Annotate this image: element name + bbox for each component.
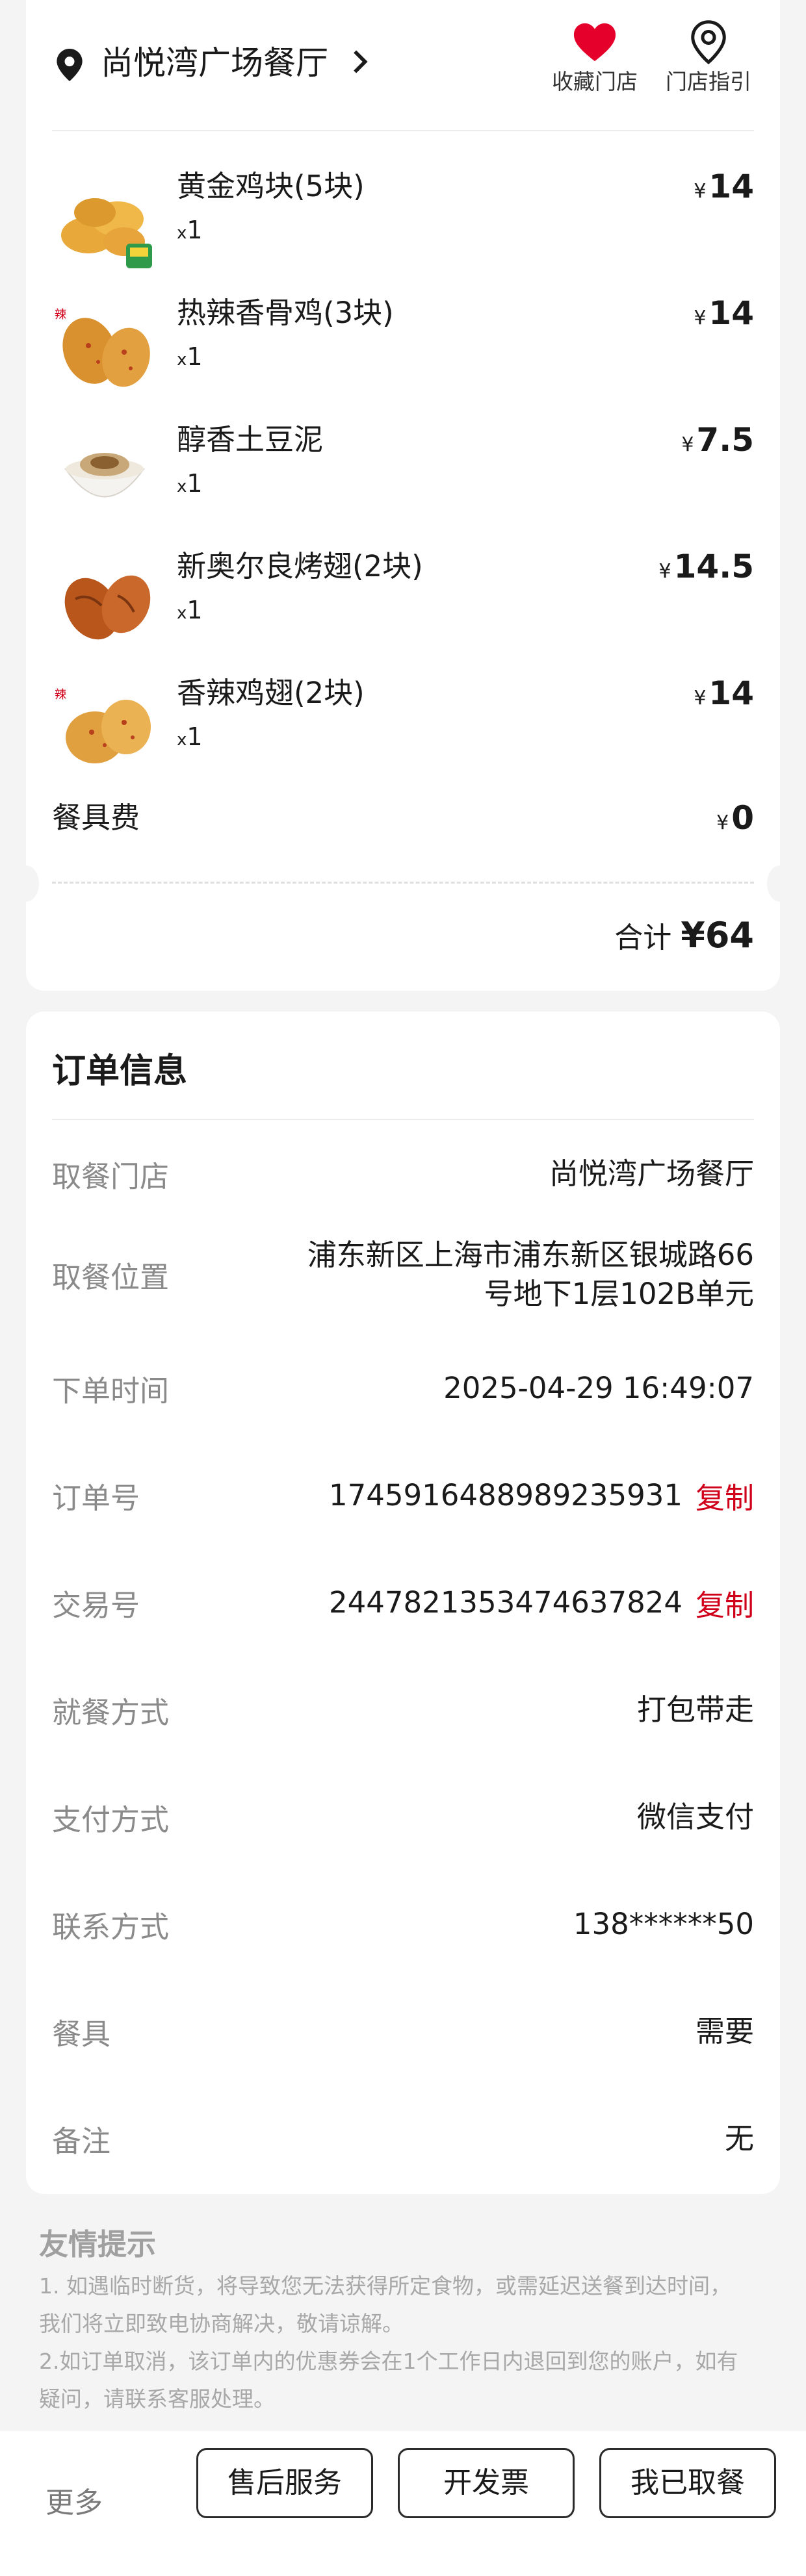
pickup-store-row: 取餐门店 尚悦湾广场餐厅 [52, 1141, 754, 1206]
tips-line: 1. 如遇临时断货，将导致您无法获得所定食物，或需延迟送餐到达时间， [39, 2273, 731, 2299]
order-item: 醇香土豆泥 x1 ¥7.5 [26, 419, 780, 542]
order-number-row: 订单号 1745916488989235931 复制 [52, 1463, 754, 1528]
item-name: 黄金鸡块(5块) [177, 169, 365, 203]
info-value: 138******50 [573, 1907, 754, 1941]
item-name: 新奥尔良烤翅(2块) [177, 549, 423, 583]
svg-text:辣: 辣 [55, 308, 66, 322]
header-divider [52, 130, 754, 131]
info-key: 就餐方式 [52, 1695, 170, 1730]
copy-order-number-button[interactable]: 复制 [696, 1475, 754, 1517]
map-marker-outline-icon [691, 20, 726, 65]
order-total: 合计 ¥64 [614, 913, 754, 961]
svg-text:辣: 辣 [55, 688, 66, 702]
item-price: ¥14 [694, 674, 754, 712]
friendly-tips: 友情提示 1. 如遇临时断货，将导致您无法获得所定食物，或需延迟送餐到达时间， … [39, 2222, 767, 2418]
picked-up-button[interactable]: 我已取餐 [599, 2448, 776, 2518]
info-key: 餐具 [52, 2017, 111, 2052]
info-value: 需要 [695, 2014, 754, 2048]
tips-line: 我们将立即致电协商解决，敬请谅解。 [39, 2311, 404, 2336]
item-price: ¥7.5 [681, 421, 754, 459]
info-value: 无 [724, 2121, 754, 2156]
ticket-notch-left [13, 865, 39, 902]
order-item: 辣 热辣香骨鸡(3块) x1 ¥14 [26, 292, 780, 416]
info-key: 备注 [52, 2124, 111, 2159]
chicken-nuggets-image [61, 198, 152, 268]
info-value: 2447821353474637824 [329, 1585, 682, 1620]
total-label: 合计 [614, 921, 672, 954]
invoice-button[interactable]: 开发票 [398, 2448, 575, 2518]
tips-title: 友情提示 [39, 2227, 157, 2262]
tips-line: 疑问，请联系客服处理。 [39, 2386, 275, 2412]
remarks-row: 备注 无 [52, 2106, 754, 2171]
info-value: 打包带走 [636, 1692, 754, 1727]
tableware-row: 餐具 需要 [52, 1999, 754, 2064]
info-value: 浦东新区上海市浦东新区银城路66号地下1层102B单元 [307, 1238, 754, 1311]
order-info-card: 订单信息 取餐门店 尚悦湾广场餐厅 取餐位置 浦东新区上海市浦东新区银城路66号… [26, 1012, 780, 2194]
info-value: 微信支付 [636, 1800, 754, 1834]
tips-line: 2.如订单取消，该订单内的优惠券会在1个工作日内退回到您的账户，如有 [39, 2349, 738, 2374]
info-divider [52, 1119, 754, 1120]
item-name: 香辣鸡翅(2块) [177, 676, 365, 710]
info-key: 订单号 [52, 1481, 140, 1516]
tableware-fee-row: 餐具费 ¥0 [52, 797, 754, 839]
order-item: 新奥尔良烤翅(2块) x1 ¥14.5 [26, 546, 780, 669]
heart-icon [573, 23, 616, 62]
item-quantity: x1 [177, 216, 203, 244]
spicy-wings-image: 辣 [55, 688, 151, 763]
ticket-notch-right [767, 865, 793, 902]
item-price: ¥14 [694, 294, 754, 332]
spicy-chicken-image: 辣 [55, 308, 150, 387]
item-price: ¥14 [694, 168, 754, 205]
dining-method-row: 就餐方式 打包带走 [52, 1677, 754, 1742]
item-quantity: x1 [177, 469, 203, 498]
item-quantity: x1 [177, 722, 203, 751]
store-guide-button[interactable]: 门店指引 [660, 19, 757, 96]
dashed-divider [52, 882, 754, 884]
total-value: ¥64 [681, 915, 754, 956]
roast-wings-image [64, 575, 151, 640]
order-items-card: 尚悦湾广场餐厅 收藏门店 门店指引 黄金鸡块(5块) x1 ¥14 辣 热辣香骨… [13, 0, 793, 991]
item-name: 热辣香骨鸡(3块) [177, 296, 394, 330]
chevron-right-icon[interactable] [351, 49, 370, 75]
tableware-fee-price: ¥0 [716, 799, 754, 837]
order-time-row: 下单时间 2025-04-29 16:49:07 [52, 1356, 754, 1421]
item-quantity: x1 [177, 596, 203, 624]
item-quantity: x1 [177, 342, 203, 371]
order-item: 辣 香辣鸡翅(2块) x1 ¥14 [26, 672, 780, 796]
favorite-store-label: 收藏门店 [552, 69, 638, 94]
contact-row: 联系方式 138******50 [52, 1892, 754, 1957]
store-guide-label: 门店指引 [666, 69, 751, 94]
item-price: ¥14.5 [658, 548, 754, 585]
info-key: 联系方式 [52, 1909, 170, 1945]
favorite-store-button[interactable]: 收藏门店 [546, 19, 644, 96]
info-value: 2025-04-29 16:49:07 [443, 1371, 754, 1405]
location-pin-icon [57, 49, 83, 81]
tableware-fee-label: 餐具费 [52, 800, 140, 835]
mashed-potato-image [64, 453, 145, 498]
after-sales-button[interactable]: 售后服务 [196, 2448, 373, 2518]
order-info-title: 订单信息 [52, 1052, 188, 1091]
transaction-number-row: 交易号 2447821353474637824 复制 [52, 1570, 754, 1635]
item-name: 醇香土豆泥 [177, 422, 324, 457]
more-button[interactable]: 更多 [46, 2484, 103, 2523]
info-key: 取餐门店 [52, 1159, 170, 1194]
info-value: 尚悦湾广场餐厅 [549, 1156, 754, 1191]
payment-method-row: 支付方式 微信支付 [52, 1785, 754, 1850]
info-key: 支付方式 [52, 1802, 170, 1837]
info-value: 1745916488989235931 [329, 1478, 682, 1512]
pickup-location-row: 取餐位置 浦东新区上海市浦东新区银城路66号地下1层102B单元 [52, 1232, 754, 1317]
store-name[interactable]: 尚悦湾广场餐厅 [101, 40, 328, 86]
order-item: 黄金鸡块(5块) x1 ¥14 [26, 166, 780, 289]
copy-transaction-number-button[interactable]: 复制 [696, 1582, 754, 1624]
info-key: 下单时间 [52, 1373, 170, 1409]
info-key: 交易号 [52, 1588, 140, 1623]
bottom-action-bar: 更多 售后服务 开发票 我已取餐 [0, 2430, 806, 2576]
info-key: 取餐位置 [52, 1260, 170, 1295]
